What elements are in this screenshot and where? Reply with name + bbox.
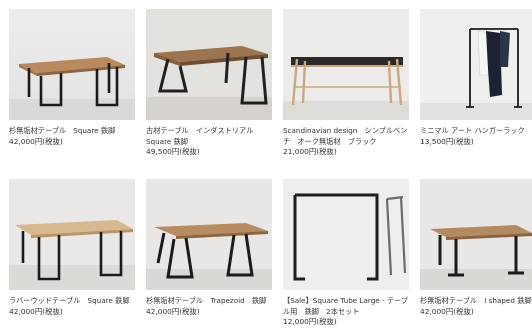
product-image[interactable] — [9, 9, 135, 120]
product-name[interactable]: 杉無垢材テーブル Trapezoid 鉄脚 — [146, 296, 272, 307]
product-price: 12,000円(税抜) — [283, 317, 337, 327]
product-card[interactable]: ラバーウッドテーブル Square 鉄脚 42,000円(税抜) — [9, 179, 135, 317]
product-card[interactable]: ミニマル アート ハンガーラック 13,500円(税抜) — [420, 9, 532, 147]
product-name[interactable]: 杉無垢材テーブル I shaped 鉄脚 — [420, 296, 532, 307]
product-image[interactable] — [420, 9, 532, 120]
product-price: 42,000円(税抜) — [9, 136, 63, 146]
product-image[interactable] — [9, 179, 135, 290]
product-card[interactable]: 【Sale】Square Tube Large - テーブル用 鉄脚 2本セット… — [283, 179, 409, 327]
product-price: 13,500円(税抜) — [420, 136, 474, 146]
product-price: 42,000円(税抜) — [9, 306, 63, 316]
product-price: 21,000円(税抜) — [283, 147, 337, 157]
product-card[interactable]: 杉無垢材テーブル Square 鉄脚 42,000円(税抜) — [9, 9, 135, 147]
product-card[interactable]: 杉無垢材テーブル I shaped 鉄脚 42,000円(税抜) — [420, 179, 532, 317]
product-image[interactable] — [420, 179, 532, 290]
product-price: 42,000円(税抜) — [420, 306, 474, 316]
product-image[interactable] — [146, 9, 272, 120]
product-name[interactable]: ラバーウッドテーブル Square 鉄脚 — [9, 296, 135, 307]
product-name[interactable]: 杉無垢材テーブル Square 鉄脚 — [9, 126, 135, 137]
product-name[interactable]: 古材テーブル インダストリアル Square 鉄脚 — [146, 126, 272, 147]
product-image[interactable] — [283, 9, 409, 120]
product-image[interactable] — [146, 179, 272, 290]
product-price: 49,500円(税抜) — [146, 147, 200, 157]
product-name[interactable]: ミニマル アート ハンガーラック — [420, 126, 532, 137]
product-card[interactable]: 古材テーブル インダストリアル Square 鉄脚 49,500円(税抜) — [146, 9, 272, 157]
product-name[interactable]: 【Sale】Square Tube Large - テーブル用 鉄脚 2本セット — [283, 296, 409, 317]
product-card[interactable]: 杉無垢材テーブル Trapezoid 鉄脚 42,000円(税抜) — [146, 179, 272, 317]
product-name[interactable]: Scandinavian design シンプルベンチ オーク無垢材 ブラック — [283, 126, 409, 147]
product-card[interactable]: Scandinavian design シンプルベンチ オーク無垢材 ブラック … — [283, 9, 409, 157]
product-price: 42,000円(税抜) — [146, 306, 200, 316]
product-image[interactable] — [283, 179, 409, 290]
